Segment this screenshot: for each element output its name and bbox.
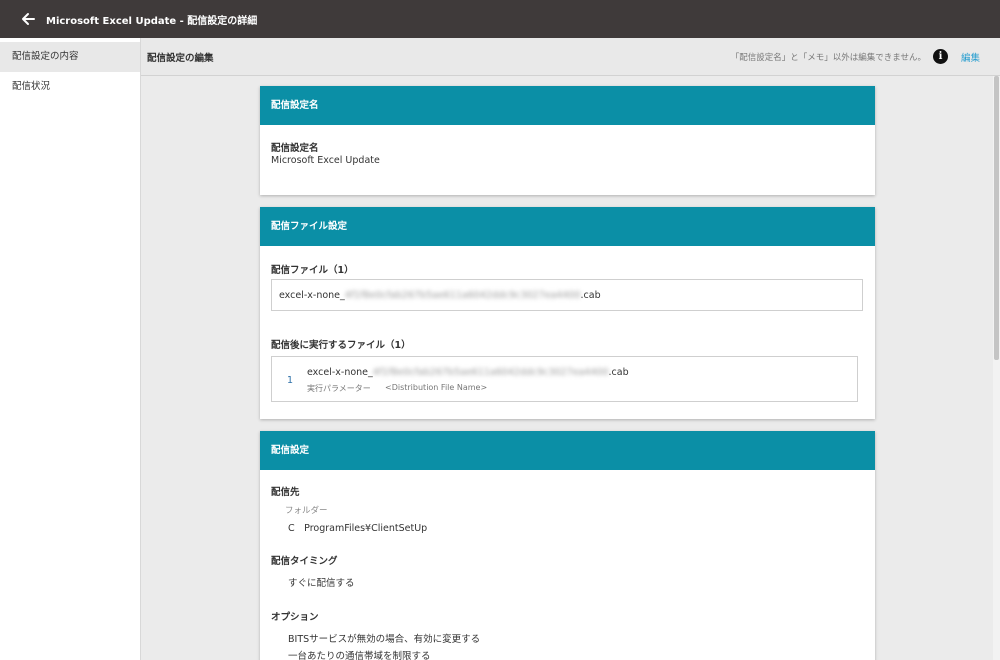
card-header: 配信設定名 bbox=[260, 86, 875, 125]
subheader: 配信設定の編集 「配信設定名」と「メモ」以外は編集できません。 i 編集 bbox=[141, 38, 1000, 76]
sidebar-item-status[interactable]: 配信状況 bbox=[0, 72, 140, 102]
timing-label: 配信タイミング bbox=[271, 556, 338, 567]
card-header: 配信設定 bbox=[260, 431, 875, 470]
card-header: 配信ファイル設定 bbox=[260, 207, 875, 246]
back-arrow-icon[interactable] bbox=[20, 11, 36, 27]
options-label: オプション bbox=[271, 612, 319, 623]
card-distribution-name: 配信設定名 配信設定名 Microsoft Excel Update bbox=[260, 86, 875, 195]
file-entry[interactable]: excel-x-none_4f1f8e0cfab267b5ae611a6042d… bbox=[271, 279, 863, 311]
post-exec-label: 配信後に実行するファイル（1） bbox=[271, 340, 411, 351]
subheader-title: 配信設定の編集 bbox=[147, 52, 214, 64]
scrollbar-thumb[interactable] bbox=[994, 76, 999, 360]
exec-file-name: excel-x-none_4f1f8e0cfab267b5ae611a6042d… bbox=[307, 367, 629, 378]
info-icon[interactable]: i bbox=[933, 49, 948, 64]
top-bar: Microsoft Excel Update - 配信設定の詳細 bbox=[0, 0, 1000, 38]
sidebar-item-contents[interactable]: 配信設定の内容 bbox=[0, 42, 140, 72]
destination-label: 配信先 bbox=[271, 487, 300, 498]
files-label: 配信ファイル（1） bbox=[271, 265, 354, 276]
edit-button[interactable]: 編集 bbox=[961, 50, 980, 64]
exec-param-value: <Distribution File Name> bbox=[385, 383, 488, 392]
field-label: 配信設定名 bbox=[271, 143, 319, 154]
exec-param-label: 実行パラメーター bbox=[307, 384, 371, 393]
sidebar: 配信設定の内容 配信状況 bbox=[0, 38, 141, 660]
exec-index: 1 bbox=[287, 375, 294, 386]
file-name: excel-x-none_4f1f8e0cfab267b5ae611a6042d… bbox=[279, 290, 601, 301]
distribution-name-value: Microsoft Excel Update bbox=[271, 155, 380, 166]
folder-label: フォルダー bbox=[285, 506, 328, 516]
card-file-settings: 配信ファイル設定 配信ファイル（1） excel-x-none_4f1f8e0c… bbox=[260, 207, 875, 419]
card-distribution-settings: 配信設定 配信先 フォルダー C ProgramFiles¥ClientSetU… bbox=[260, 431, 875, 660]
timing-value: すぐに配信する bbox=[288, 578, 355, 589]
exec-file-entry[interactable]: 1 excel-x-none_4f1f8e0cfab267b5ae611a604… bbox=[271, 356, 858, 402]
edit-restriction-note: 「配信設定名」と「メモ」以外は編集できません。 bbox=[730, 53, 926, 63]
folder-value: C ProgramFiles¥ClientSetUp bbox=[288, 523, 428, 534]
option-item: BITSサービスが無効の場合、有効に変更する bbox=[288, 634, 481, 645]
option-item: 一台あたりの通信帯域を制限する bbox=[288, 651, 431, 660]
page-title: Microsoft Excel Update - 配信設定の詳細 bbox=[46, 15, 258, 27]
